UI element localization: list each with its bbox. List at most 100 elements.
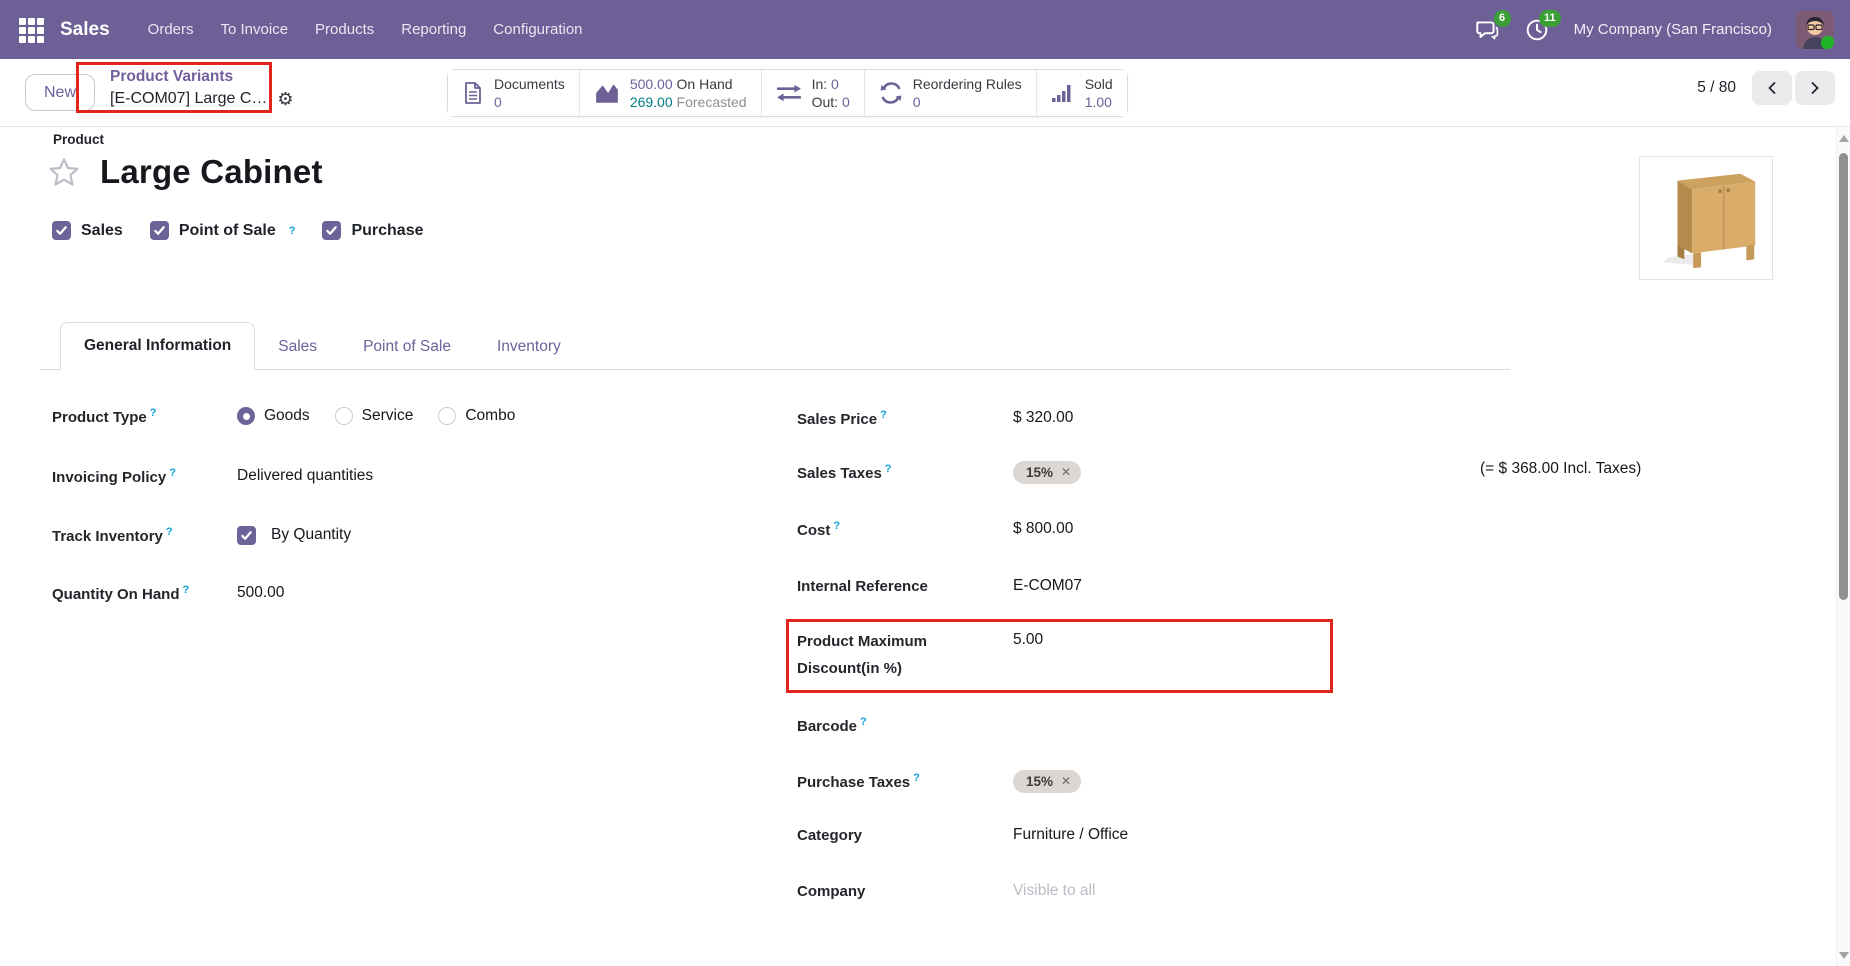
menu-to-invoice[interactable]: To Invoice [221, 21, 289, 38]
product-title[interactable]: Large Cabinet [100, 153, 323, 191]
field-invoicing-policy: Invoicing Policy? Delivered quantities [52, 463, 373, 489]
field-sales-price: Sales Price? $ 320.00 [797, 405, 1073, 431]
radio-combo[interactable]: Combo [438, 407, 515, 425]
sales-channels-toggles: Sales Point of Sale ? Purchase [52, 221, 424, 240]
field-barcode: Barcode? [797, 712, 1013, 738]
field-quantity-on-hand: Quantity On Hand? 500.00 [52, 580, 284, 606]
track-inventory-select[interactable]: By Quantity [271, 526, 351, 544]
tag-remove-icon[interactable]: ✕ [1061, 774, 1071, 788]
toggle-sales[interactable]: Sales [52, 221, 123, 240]
company-switcher[interactable]: My Company (San Francisco) [1574, 21, 1772, 38]
field-label: Cost? [797, 520, 1013, 539]
user-avatar[interactable] [1796, 11, 1834, 49]
checkbox-checked-icon[interactable] [52, 221, 71, 240]
new-button[interactable]: New [25, 74, 95, 111]
field-cost: Cost? $ 800.00 [797, 516, 1073, 542]
tab-inventory[interactable]: Inventory [474, 324, 584, 370]
stat-in-out-button[interactable]: In: 0 Out: 0 [761, 70, 864, 116]
radio-selected-icon[interactable] [237, 407, 255, 425]
toggle-sales-label: Sales [81, 222, 123, 240]
pager: 5 / 80 [1697, 71, 1835, 105]
radio-combo-label: Combo [465, 407, 515, 425]
tab-sales[interactable]: Sales [255, 324, 340, 370]
radio-unselected-icon[interactable] [335, 407, 353, 425]
field-label: Purchase Taxes? [797, 772, 1013, 791]
on-hand-value: 500.00 [630, 76, 673, 92]
category-input[interactable]: Furniture / Office [1013, 826, 1128, 844]
pager-next-button[interactable] [1795, 71, 1835, 105]
field-label: Internal Reference [797, 578, 1013, 595]
app-name[interactable]: Sales [60, 19, 110, 41]
stat-reordering-button[interactable]: Reordering Rules 0 [864, 70, 1036, 116]
tab-point-of-sale[interactable]: Point of Sale [340, 324, 474, 370]
vertical-scrollbar[interactable] [1836, 127, 1850, 966]
purchase-tax-tag-label: 15% [1026, 774, 1053, 789]
menu-reporting[interactable]: Reporting [401, 21, 466, 38]
gear-icon[interactable]: ⚙ [277, 90, 293, 108]
apps-grid-icon[interactable] [18, 17, 44, 43]
invoicing-policy-select[interactable]: Delivered quantities [237, 467, 373, 485]
online-status-dot [1821, 36, 1834, 49]
menu-products[interactable]: Products [315, 21, 374, 38]
field-label: Sales Price? [797, 409, 1013, 428]
scroll-up-arrow-icon[interactable] [1839, 135, 1849, 142]
help-marker: ? [885, 463, 892, 475]
max-discount-input[interactable]: 5.00 [1013, 631, 1043, 649]
product-image[interactable] [1639, 156, 1773, 280]
field-label: Sales Taxes? [797, 463, 1013, 482]
chevron-left-icon [1766, 81, 1778, 95]
incl-taxes-note: (= $ 368.00 Incl. Taxes) [1480, 460, 1641, 478]
stat-sold-value: 1.00 [1085, 93, 1113, 111]
help-marker: ? [166, 526, 173, 538]
tab-general-information[interactable]: General Information [60, 322, 255, 370]
forecasted-label: Forecasted [677, 94, 747, 110]
quantity-on-hand-value[interactable]: 500.00 [237, 584, 284, 602]
out-label: Out: [812, 94, 838, 110]
control-panel: New Product Variants [E-COM07] Large C… … [0, 59, 1850, 127]
pager-previous-button[interactable] [1752, 71, 1792, 105]
stat-sold-button[interactable]: Sold 1.00 [1036, 70, 1127, 116]
stat-documents-button[interactable]: Documents 0 [448, 70, 579, 116]
toggle-point-of-sale[interactable]: Point of Sale ? [150, 221, 296, 240]
sales-price-input[interactable]: $ 320.00 [1013, 409, 1073, 427]
radio-unselected-icon[interactable] [438, 407, 456, 425]
menu-configuration[interactable]: Configuration [493, 21, 582, 38]
favorite-star-icon[interactable] [48, 156, 80, 188]
cost-input[interactable]: $ 800.00 [1013, 520, 1073, 538]
help-marker: ? [183, 584, 190, 596]
toggle-pos-label: Point of Sale [179, 222, 276, 240]
checkbox-checked-icon[interactable] [237, 526, 256, 545]
form-sheet: Product Large Cabinet Sales Point of Sal… [0, 127, 1850, 966]
stat-documents-label: Documents [494, 75, 565, 93]
company-input[interactable]: Visible to all [1013, 882, 1095, 900]
scroll-down-arrow-icon[interactable] [1839, 952, 1849, 959]
radio-goods[interactable]: Goods [237, 407, 310, 425]
activities-clock-icon[interactable]: 11 [1524, 17, 1550, 43]
breadcrumb-current: [E-COM07] Large C… [110, 88, 267, 110]
internal-reference-input[interactable]: E-COM07 [1013, 577, 1082, 595]
radio-goods-label: Goods [264, 407, 310, 425]
stat-on-hand-button[interactable]: 500.00 On Hand 269.00 Forecasted [579, 70, 761, 116]
tag-remove-icon[interactable]: ✕ [1061, 465, 1071, 479]
transfer-arrows-icon [776, 81, 802, 105]
refresh-icon [879, 81, 903, 105]
scrollbar-thumb[interactable] [1839, 153, 1848, 600]
messages-icon[interactable]: 6 [1474, 17, 1500, 43]
breadcrumb-parent-link[interactable]: Product Variants [106, 67, 294, 88]
checkbox-checked-icon[interactable] [150, 221, 169, 240]
notebook-tabs: General Information Sales Point of Sale … [40, 317, 1510, 370]
checkbox-checked-icon[interactable] [322, 221, 341, 240]
field-label: Barcode? [797, 716, 1013, 735]
stat-reordering-value: 0 [913, 93, 1022, 111]
purchase-tax-tag: 15% ✕ [1013, 770, 1081, 793]
breadcrumb: Product Variants [E-COM07] Large C… ⚙ [106, 67, 294, 110]
pager-counter[interactable]: 5 / 80 [1697, 79, 1736, 97]
field-company: Company Visible to all [797, 878, 1095, 904]
menu-orders[interactable]: Orders [148, 21, 194, 38]
help-marker: ? [289, 225, 296, 237]
toggle-purchase[interactable]: Purchase [322, 221, 423, 240]
messages-badge: 6 [1494, 10, 1511, 27]
field-category: Category Furniture / Office [797, 822, 1128, 848]
radio-service[interactable]: Service [335, 407, 414, 425]
cabinet-image [1640, 157, 1772, 279]
